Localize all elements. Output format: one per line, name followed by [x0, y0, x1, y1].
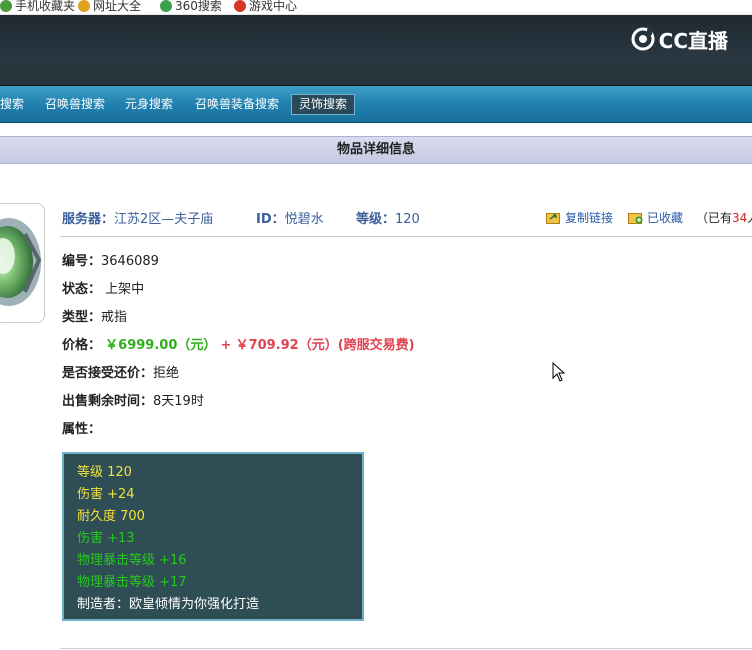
- level-label: 等级：: [356, 212, 396, 227]
- serial-label: 编号：: [62, 254, 102, 269]
- attr-line: 物理暴击等级 +17: [77, 575, 187, 590]
- fav-count-number: 34: [732, 211, 748, 225]
- price-plus: +: [220, 338, 232, 353]
- attributes-panel: 等级 120 伤害 +24 耐久度 700 伤害 +13 物理暴击等级 +16 …: [62, 452, 364, 621]
- favorited-label: 已收藏: [647, 211, 684, 225]
- nav-item-summon-equip-search[interactable]: 召唤兽装备搜索: [188, 95, 286, 114]
- mouse-cursor-icon: [552, 362, 566, 382]
- section-title: 物品详细信息: [0, 136, 752, 164]
- attr-line: 伤害 +13: [77, 531, 135, 546]
- type-row: 类型：戒指: [62, 306, 127, 325]
- copy-link-icon: [546, 213, 560, 224]
- counter-offer-row: 是否接受还价：拒绝: [62, 362, 179, 381]
- site-header: CC直播: [0, 15, 752, 86]
- id-info: ID：悦碧水: [256, 208, 324, 227]
- bookmark-label: 360搜索: [175, 0, 222, 13]
- favorited-button[interactable]: 已收藏: [628, 209, 683, 226]
- favorite-count: （已有34人收: [696, 209, 752, 226]
- nav-item-yuanshen-search[interactable]: 元身搜索: [118, 95, 180, 114]
- bottom-divider: [60, 648, 752, 649]
- nav-item-lingshi-search[interactable]: 灵饰搜索: [291, 94, 356, 115]
- logo-text: CC直播: [658, 28, 728, 53]
- status-value: 上架中: [105, 282, 145, 297]
- bookmark-icon: [234, 0, 246, 12]
- attr-line: 物理暴击等级 +16: [77, 553, 187, 568]
- price-row: 价格： ￥6999.00（元） + ￥709.92（元）(跨服交易费): [62, 334, 415, 353]
- fav-prefix: （已有: [696, 211, 733, 225]
- counter-offer-value: 拒绝: [153, 366, 180, 381]
- fee-value: ￥709.92（元）(跨服交易费): [235, 338, 415, 353]
- status-row: 状态： 上架中: [62, 278, 144, 297]
- bookmark-game-center[interactable]: 游戏中心: [234, 0, 297, 14]
- attr-line: 制造者：欧皇倾情为你强化打造: [77, 597, 260, 612]
- bookmark-360-search[interactable]: 360搜索: [160, 0, 222, 14]
- fav-suffix: 人收: [747, 211, 752, 225]
- bookmark-label: 游戏中心: [249, 0, 298, 13]
- bookmark-icon: [78, 0, 90, 12]
- nav-item-summon-search[interactable]: 召唤兽搜索: [38, 95, 112, 114]
- copy-link-label: 复制链接: [565, 211, 614, 225]
- server-value: 江苏2区—夫子庙: [114, 212, 214, 227]
- id-label: ID：: [256, 212, 285, 227]
- attributes-row: 属性：: [62, 418, 101, 437]
- counter-offer-label: 是否接受还价：: [62, 366, 154, 381]
- server-label: 服务器：: [62, 212, 115, 227]
- attr-line: 等级 120: [77, 465, 132, 480]
- nav-bar: 搜索 召唤兽搜索 元身搜索 召唤兽装备搜索 灵饰搜索: [0, 86, 752, 123]
- level-info: 等级：120: [356, 208, 420, 227]
- level-value: 120: [395, 212, 420, 227]
- attr-line: 伤害 +24: [77, 487, 135, 502]
- remaining-time-label: 出售剩余时间：: [62, 394, 154, 409]
- attributes-label: 属性：: [62, 422, 102, 437]
- price-value: ￥6999.00（元）: [105, 338, 217, 353]
- type-label: 类型：: [62, 310, 102, 325]
- bookmark-icon: [0, 0, 12, 12]
- nav-item-search[interactable]: 搜索: [0, 95, 31, 114]
- price-label: 价格：: [62, 338, 102, 353]
- id-value: 悦碧水: [284, 212, 324, 227]
- cc-live-logo: CC直播: [631, 25, 728, 53]
- bookmark-label: 手机收藏夹: [15, 0, 76, 13]
- bookmark-url-directory[interactable]: 网址大全: [78, 0, 141, 14]
- copy-link-button[interactable]: 复制链接: [546, 209, 613, 226]
- serial-value: 3646089: [101, 254, 159, 269]
- bookmark-label: 网址大全: [93, 0, 142, 13]
- serial-row: 编号：3646089: [62, 250, 159, 269]
- bookmark-icon: [160, 0, 172, 12]
- favorite-folder-icon: [628, 213, 643, 224]
- remaining-time-row: 出售剩余时间：8天19时: [62, 390, 204, 409]
- bookmark-mobile-favorites[interactable]: 手机收藏夹: [0, 0, 75, 14]
- cc-logo-icon: [631, 27, 655, 51]
- remaining-time-value: 8天19时: [153, 394, 204, 409]
- item-image: [0, 203, 45, 323]
- server-info: 服务器：江苏2区—夫子庙: [62, 208, 213, 227]
- status-label: 状态：: [62, 282, 102, 297]
- bookmarks-bar: 手机收藏夹 网址大全 360搜索 游戏中心: [0, 0, 752, 15]
- attr-line: 耐久度 700: [77, 509, 145, 524]
- type-value: 戒指: [101, 310, 128, 325]
- info-divider: [60, 236, 752, 237]
- ring-item-icon: [0, 218, 42, 306]
